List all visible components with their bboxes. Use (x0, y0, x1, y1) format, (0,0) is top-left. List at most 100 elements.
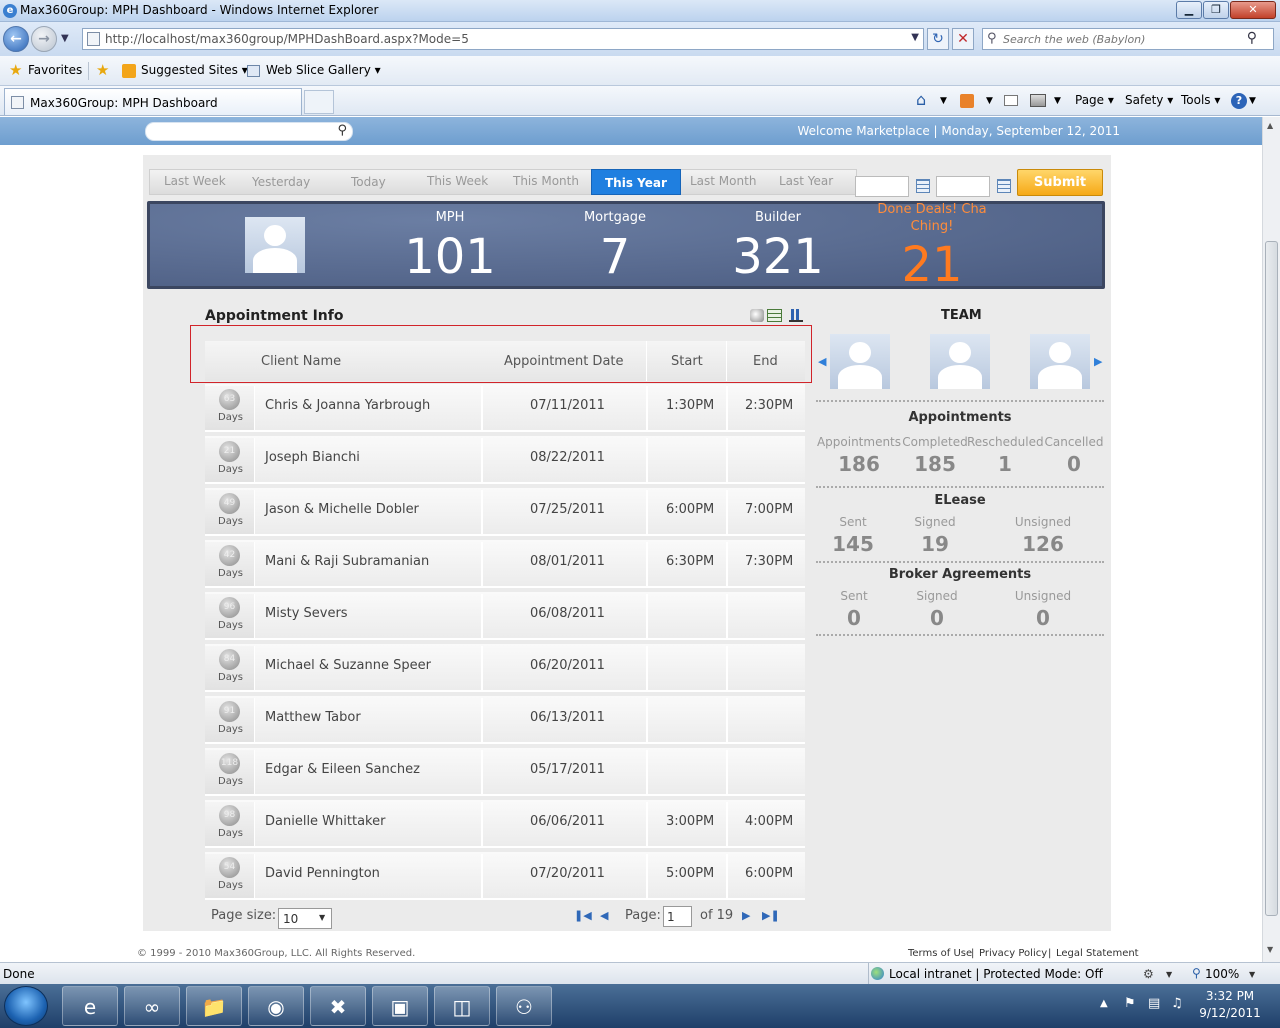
folder-taskbar-icon[interactable]: 📁 (186, 986, 242, 1026)
show-hidden-icons-icon[interactable]: ▲ (1100, 998, 1108, 1009)
next-page-icon[interactable]: ▶ (742, 909, 750, 922)
table-row[interactable]: 42 Days Mani & Raji Subramanian 08/01/2011 6… (205, 540, 805, 588)
table-row[interactable]: 49 Days Jason & Michelle Dobler 07/25/2011 6… (205, 488, 805, 536)
web-search-box[interactable]: ⚲ ⚲ (982, 28, 1274, 50)
table-row[interactable]: 118 Days Edgar & Eileen Sanchez 05/17/2011 (205, 748, 805, 796)
protected-dropdown-icon[interactable]: ▼ (1166, 970, 1172, 979)
security-zone-text[interactable]: Local intranet | Protected Mode: Off (889, 967, 1103, 981)
site-search-input[interactable]: ⚲ (145, 122, 353, 141)
end-date-input[interactable] (936, 176, 990, 197)
grid-view-icon[interactable] (767, 309, 782, 322)
refresh-icon[interactable]: ↻ (927, 28, 949, 50)
network-taskbar-icon[interactable]: ⚇ (496, 986, 552, 1026)
stop-icon[interactable]: ✕ (952, 28, 974, 50)
tools-menu[interactable]: Tools ▾ (1181, 93, 1220, 107)
table-row[interactable]: 91 Days Matthew Tabor 06/13/2011 (205, 696, 805, 744)
volume-icon[interactable]: ♫ (1171, 996, 1183, 1011)
last-page-icon[interactable]: ▶❚ (762, 909, 780, 922)
add-favorite-icon[interactable]: ★ (96, 61, 109, 79)
help-dropdown-icon[interactable]: ▼ (1249, 96, 1256, 106)
feeds-icon[interactable] (960, 94, 974, 108)
page-number-input[interactable]: 1 (663, 906, 692, 927)
team-prev-arrow-icon[interactable]: ◀ (818, 355, 826, 368)
range-tab-last-month[interactable]: Last Month (690, 174, 756, 188)
cell-divider (726, 750, 728, 794)
firefox-taskbar-icon[interactable]: ◉ (248, 986, 304, 1026)
team-member-avatar[interactable] (930, 334, 990, 389)
end-calendar-icon[interactable] (997, 179, 1011, 193)
vertical-scrollbar[interactable]: ▲ ▼ (1262, 117, 1280, 962)
start-calendar-icon[interactable] (916, 179, 930, 193)
paint-taskbar-icon[interactable]: ▣ (372, 986, 428, 1026)
app-taskbar-icon[interactable]: ∞ (124, 986, 180, 1026)
page-menu[interactable]: Page ▾ (1075, 93, 1114, 107)
help-icon[interactable]: ? (1231, 93, 1247, 109)
privacy-policy-link[interactable]: Privacy Policy (979, 948, 1047, 959)
site-search-icon[interactable]: ⚲ (337, 123, 347, 138)
window-taskbar-icon[interactable]: ◫ (434, 986, 490, 1026)
tab-mph-dashboard[interactable]: Max360Group: MPH Dashboard (4, 88, 302, 115)
table-row[interactable]: 84 Days Michael & Suzanne Speer 06/20/2011 (205, 644, 805, 692)
search-go-icon[interactable]: ⚲ (1247, 30, 1257, 46)
internet-explorer-taskbar-icon[interactable]: e (62, 986, 118, 1026)
terms-of-use-link[interactable]: Terms of Use (908, 948, 972, 959)
table-row[interactable]: 54 Days David Pennington 07/20/2011 5:00PM 6:… (205, 852, 805, 900)
start-button[interactable] (4, 986, 48, 1026)
team-member-avatar[interactable] (1030, 334, 1090, 389)
home-dropdown-icon[interactable]: ▼ (940, 96, 947, 106)
tab-row: Max360Group: MPH Dashboard ⌂ ▼ ▼ ▼ Page … (0, 86, 1280, 116)
feeds-dropdown-icon[interactable]: ▼ (986, 96, 993, 106)
read-mail-icon[interactable] (1004, 95, 1018, 106)
range-tab-this-week[interactable]: This Week (427, 174, 488, 188)
suggested-sites-link[interactable]: Suggested Sites ▾ (141, 63, 248, 77)
range-tab-last-year[interactable]: Last Year (779, 174, 833, 188)
close-window-button[interactable]: ✕ (1230, 1, 1276, 19)
print-icon[interactable] (1030, 94, 1046, 107)
table-row[interactable]: 96 Days Misty Severs 06/08/2011 (205, 592, 805, 640)
range-tab-today[interactable]: Today (351, 175, 386, 189)
safety-menu[interactable]: Safety ▾ (1125, 93, 1173, 107)
tools-taskbar-icon[interactable]: ✖ (310, 986, 366, 1026)
table-row[interactable]: 21 Days Joseph Bianchi 08/22/2011 (205, 436, 805, 484)
scroll-down-icon[interactable]: ▼ (1267, 945, 1273, 954)
back-button[interactable]: ← (3, 26, 29, 52)
scroll-up-icon[interactable]: ▲ (1267, 121, 1273, 130)
zoom-icon[interactable]: ⚲ (1192, 966, 1201, 980)
system-clock[interactable]: 3:32 PM 9/12/2011 (1190, 988, 1270, 1022)
table-row[interactable]: 98 Days Danielle Whittaker 06/06/2011 3:00PM… (205, 800, 805, 848)
web-search-input[interactable] (1003, 31, 1243, 47)
zoom-level[interactable]: 100% (1205, 967, 1239, 981)
submit-button[interactable]: Submit (1017, 169, 1103, 196)
protected-mode-icon[interactable]: ⚙ (1143, 967, 1154, 981)
table-row[interactable]: 63 Days Chris & Joanna Yarbrough 07/11/2011… (205, 384, 805, 432)
chart-view-icon[interactable] (789, 309, 803, 322)
client-name: Michael & Suzanne Speer (265, 658, 431, 673)
home-icon[interactable]: ⌂ (916, 90, 926, 109)
scrollbar-thumb[interactable] (1265, 241, 1278, 916)
team-next-arrow-icon[interactable]: ▶ (1094, 355, 1102, 368)
range-tab-this-month[interactable]: This Month (513, 174, 579, 188)
team-member-avatar[interactable] (830, 334, 890, 389)
recent-pages-chevron-icon[interactable]: ▼ (61, 33, 69, 44)
address-dropdown-icon[interactable]: ▼ (911, 32, 919, 43)
action-center-flag-icon[interactable]: ⚑ (1124, 996, 1136, 1011)
export-icon[interactable] (750, 309, 764, 322)
range-tab-yesterday[interactable]: Yesterday (252, 175, 310, 189)
address-bar[interactable]: http://localhost/max360group/MPHDashBoar… (82, 28, 924, 50)
new-tab-button[interactable] (304, 90, 334, 114)
minimize-button[interactable]: ▁ (1176, 1, 1202, 19)
favorites-button[interactable]: Favorites (28, 63, 82, 77)
prev-page-icon[interactable]: ◀ (600, 909, 608, 922)
zoom-dropdown-icon[interactable]: ▼ (1249, 970, 1255, 979)
range-tab-last-week[interactable]: Last Week (164, 174, 226, 188)
first-page-icon[interactable]: ❚◀ (574, 909, 592, 922)
start-date-input[interactable] (855, 176, 909, 197)
page-size-select[interactable]: 10 ▼ (278, 908, 332, 929)
print-dropdown-icon[interactable]: ▼ (1054, 96, 1061, 106)
forward-button[interactable]: → (31, 26, 57, 52)
legal-statement-link[interactable]: Legal Statement (1056, 948, 1139, 959)
range-tab-this-year[interactable]: This Year (591, 169, 681, 195)
web-slice-gallery-link[interactable]: Web Slice Gallery ▾ (266, 63, 381, 77)
maximize-button[interactable]: ❐ (1203, 1, 1229, 19)
network-tray-icon[interactable]: ▤ (1148, 996, 1160, 1011)
